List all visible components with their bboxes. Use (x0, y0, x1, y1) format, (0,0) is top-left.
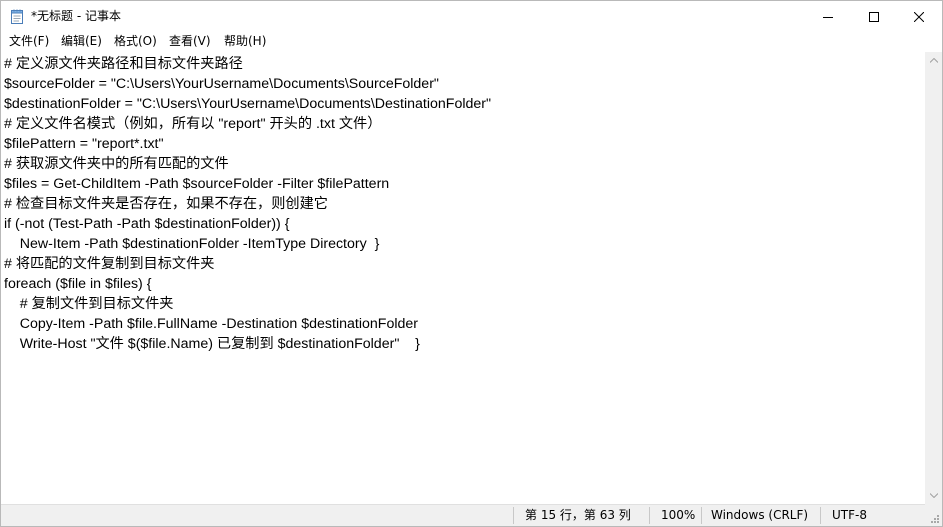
title-bar[interactable]: *无标题 - 记事本 (1, 1, 942, 32)
menu-file[interactable]: 文件(F) (9, 33, 49, 50)
resize-corner[interactable] (925, 504, 942, 526)
notepad-window: *无标题 - 记事本 文件(F) 编辑(E) 格式(O) 查看(V) 帮助(H)… (0, 0, 943, 527)
status-divider (513, 507, 514, 524)
menu-help[interactable]: 帮助(H) (224, 33, 266, 50)
editor-line: $destinationFolder = "C:\Users\YourUsern… (4, 96, 492, 112)
editor-line: foreach ($file in $files) { (4, 276, 152, 292)
menu-edit[interactable]: 编辑(E) (61, 33, 102, 50)
editor-line: $sourceFolder = "C:\Users\YourUsername\D… (4, 76, 439, 92)
editor-line: New-Item -Path $destinationFolder -ItemT… (4, 236, 380, 252)
minimize-icon (823, 16, 833, 18)
zoom-level: 100% (661, 508, 696, 522)
text-editor-area[interactable]: # 定义源文件夹路径和目标文件夹路径 $sourceFolder = "C:\U… (1, 52, 925, 504)
editor-line: $files = Get-ChildItem -Path $sourceFold… (4, 176, 390, 192)
notepad-icon (11, 9, 23, 24)
menu-format[interactable]: 格式(O) (114, 33, 157, 50)
editor-line: # 检查目标文件夹是否存在，如果不存在，则创建它 (4, 196, 328, 212)
chevron-down-icon (929, 493, 938, 498)
editor-line: # 获取源文件夹中的所有匹配的文件 (4, 156, 229, 172)
status-divider (649, 507, 650, 524)
editor-line: Copy-Item -Path $file.FullName -Destinat… (4, 316, 418, 332)
editor-line: # 复制文件到目标文件夹 (4, 296, 174, 312)
editor-line: # 定义源文件夹路径和目标文件夹路径 (4, 56, 243, 72)
status-divider (701, 507, 702, 524)
editor-line: # 将匹配的文件复制到目标文件夹 (4, 256, 215, 272)
editor-text[interactable]: # 定义源文件夹路径和目标文件夹路径 $sourceFolder = "C:\U… (4, 54, 491, 354)
vertical-scrollbar[interactable] (925, 52, 942, 504)
line-ending: Windows (CRLF) (711, 508, 809, 522)
maximize-icon (869, 11, 879, 22)
maximize-button[interactable] (851, 1, 897, 32)
close-button[interactable] (896, 1, 942, 32)
status-bar: 第 15 行，第 63 列 100% Windows (CRLF) UTF-8 (1, 504, 925, 526)
encoding: UTF-8 (832, 508, 867, 522)
chevron-up-icon (929, 58, 938, 63)
editor-line: $filePattern = "report*.txt" (4, 136, 164, 152)
editor-line: Write-Host "文件 $($file.Name) 已复制到 $desti… (4, 336, 420, 352)
editor-line: # 定义文件名模式（例如，所有以 "report" 开头的 .txt 文件） (4, 116, 382, 132)
minimize-button[interactable] (805, 1, 851, 32)
menu-view[interactable]: 查看(V) (169, 33, 211, 50)
status-divider (820, 507, 821, 524)
scroll-up-button[interactable] (925, 52, 942, 69)
window-title: *无标题 - 记事本 (31, 9, 121, 23)
menu-bar: 文件(F) 编辑(E) 格式(O) 查看(V) 帮助(H) (1, 32, 942, 52)
cursor-position: 第 15 行，第 63 列 (525, 508, 631, 522)
close-icon (914, 11, 924, 22)
editor-line: if (-not (Test-Path -Path $destinationFo… (4, 216, 290, 232)
resize-grip-icon (931, 515, 939, 523)
scroll-down-button[interactable] (925, 487, 942, 504)
